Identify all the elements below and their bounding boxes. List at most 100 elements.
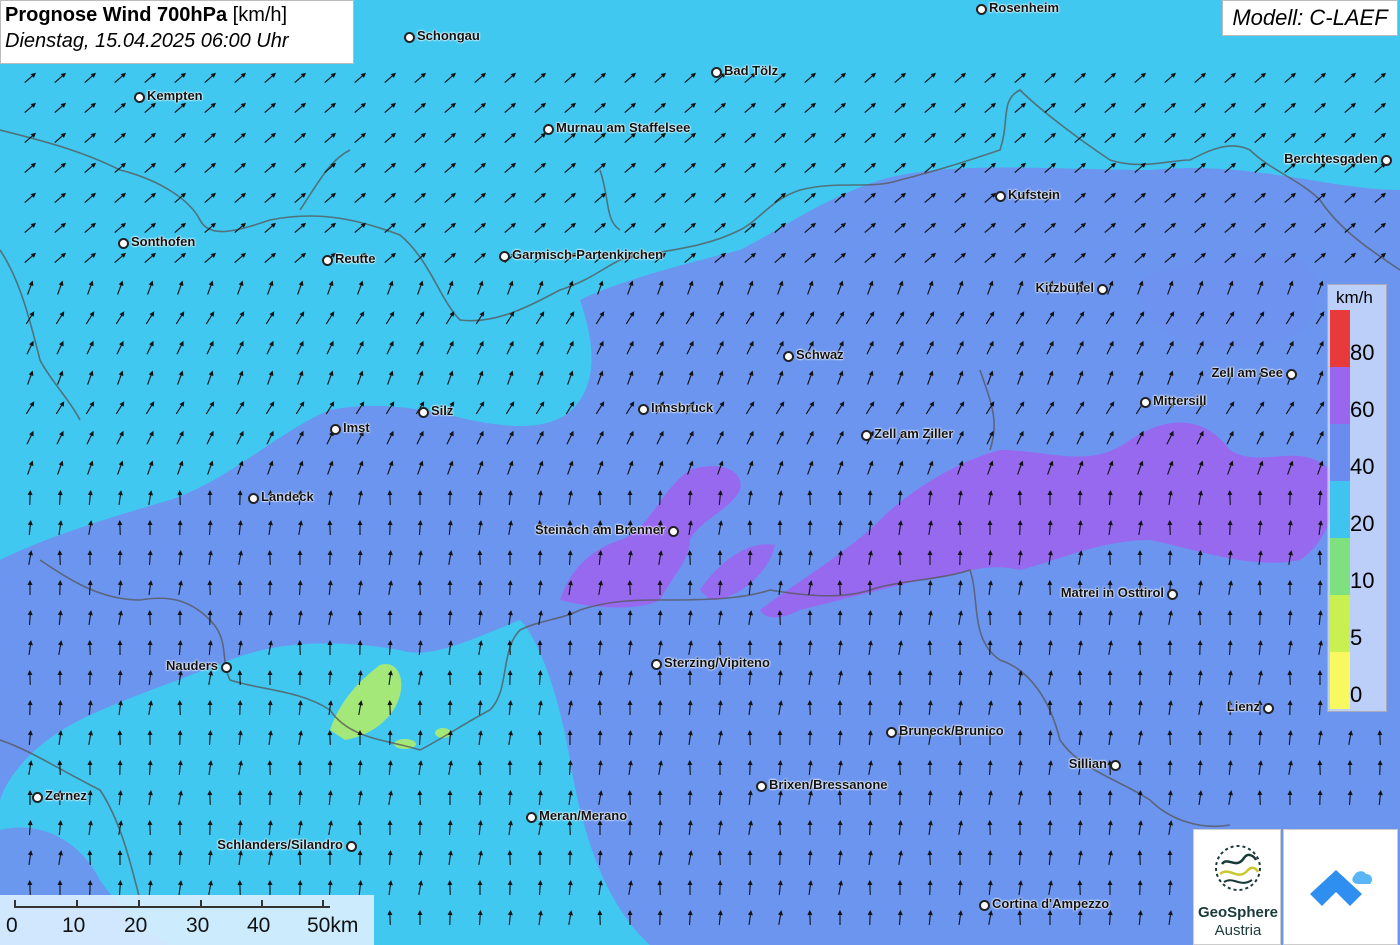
city-marker [1167,589,1178,600]
city-marker [134,92,145,103]
scale-label: 30 [186,914,210,937]
legend-swatch [1330,652,1350,709]
city-label: Zernez [45,788,87,803]
legend-swatch [1330,424,1350,481]
scale-tick [322,900,324,908]
scale-label: 50km [307,914,359,937]
city-label: Schwaz [796,347,844,362]
city-marker [1110,760,1121,771]
scale-bar-line [14,906,330,908]
city-marker [995,191,1006,202]
city-label: Sillian [1068,756,1107,771]
city-marker [979,900,990,911]
city-marker [346,841,357,852]
city-marker [543,124,554,135]
city-label: Zell am Ziller [874,426,954,441]
geosphere-logo[interactable]: GeoSphere Austria [1193,829,1281,945]
city-label: Kitzbühel [1035,280,1095,295]
map-title: Prognose Wind 700hPa [km/h] [5,4,349,27]
scale-tick [261,900,263,908]
legend-tick: 80 [1350,340,1375,365]
city-label: Berchtesgaden [1284,151,1378,166]
legend-colorbar [1330,310,1350,709]
legend-swatch [1330,310,1350,367]
city-label: Cortina d'Ampezzo [992,896,1110,911]
city-label: Kufstein [1008,187,1060,202]
city-label: Murnau am Staffelsee [556,120,691,135]
legend-unit: km/h [1336,288,1373,307]
city-label: Innsbruck [651,400,714,415]
cloud-chevron-icon [1310,870,1373,906]
city-label: Schongau [417,28,480,43]
city-marker [886,727,897,738]
legend-swatch [1330,481,1350,538]
scale-tick [14,900,16,908]
city-marker [32,792,43,803]
map-title-main: Prognose Wind 700hPa [5,4,228,26]
city-label: Zell am See [1211,365,1283,380]
city-label: Brixen/Bressanone [769,777,888,792]
city-label: Imst [343,420,370,435]
scale-label: 20 [124,914,148,937]
forecast-time: Dienstag, 15.04.2025 06:00 Uhr [5,30,289,52]
city-marker [783,351,794,362]
city-label: Landeck [261,489,314,504]
city-label: Bad Tölz [724,63,779,78]
city-marker [1140,397,1151,408]
city-marker [668,526,679,537]
city-label: Rosenheim [989,0,1060,15]
city-marker [638,404,649,415]
city-marker [404,32,415,43]
city-marker [651,659,662,670]
scale-label: 40 [247,914,271,937]
city-label: Steinach am Brenner [534,522,665,537]
color-legend: km/h 80 60 40 20 10 5 0 [1327,284,1387,712]
city-marker [330,424,341,435]
city-marker [1381,155,1392,166]
city-label: Mittersill [1153,393,1207,408]
city-label: Reutte [335,251,376,266]
city-marker [711,67,722,78]
city-label: Silz [431,403,454,418]
city-marker [248,493,259,504]
scale-label: 0 [6,914,18,937]
geosphere-emblem-icon [1215,845,1261,891]
scale-tick [76,900,78,908]
city-label: Matrei in Osttirol [1060,585,1164,600]
legend-tick: 10 [1350,568,1375,593]
city-marker [526,812,537,823]
geosphere-country: Austria [1214,922,1262,939]
city-label: Kempten [147,88,203,103]
city-label: Meran/Merano [539,808,628,823]
legend-tick: 20 [1350,511,1375,536]
city-label: Garmisch-Partenkirchen [512,247,664,262]
legend-tick: 5 [1350,625,1363,650]
city-label: Bruneck/Brunico [899,723,1004,738]
scale-label: 10 [62,914,86,937]
scale-tick [138,900,140,908]
wind-map [0,0,1400,945]
city-label: Lienz [1226,699,1260,714]
city-marker [756,781,767,792]
city-marker [1097,284,1108,295]
legend-tick: 40 [1350,454,1375,479]
city-marker [418,407,429,418]
city-label: Sterzing/Vipiteno [664,655,770,670]
legend-tick: 60 [1350,397,1375,422]
legend-tick: 0 [1350,682,1363,707]
city-marker [1286,369,1297,380]
legend-swatch [1330,595,1350,652]
scale-tick [200,900,202,908]
city-label: Sonthofen [131,234,196,249]
city-marker [499,251,510,262]
model-label: Modell: C-LAEF [1222,0,1398,36]
city-label: Schlanders/Silandro [217,837,343,852]
city-marker [976,4,987,15]
title-box: Prognose Wind 700hPa [km/h] Dienstag, 15… [0,0,354,64]
legend-swatch [1330,367,1350,424]
weather-app-logo[interactable] [1283,829,1398,945]
city-label: Nauders [165,658,218,673]
legend-swatch [1330,538,1350,595]
city-marker [1263,703,1274,714]
city-marker [322,255,333,266]
